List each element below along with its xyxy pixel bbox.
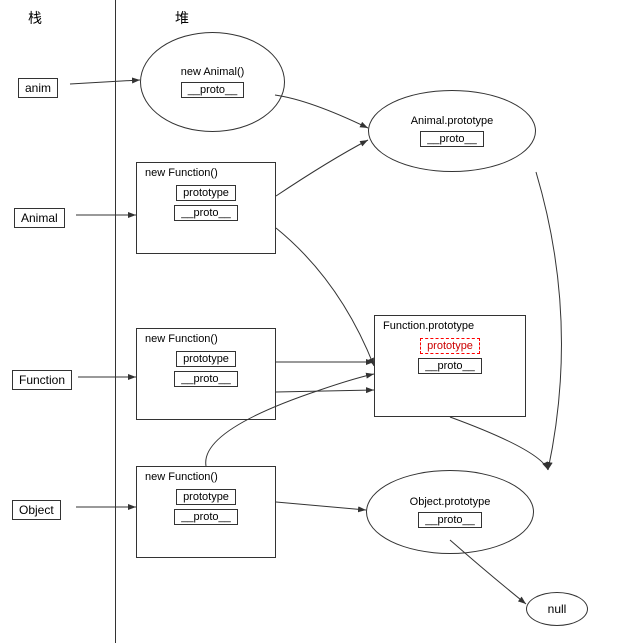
new-function-obj-proto: __proto__ xyxy=(174,509,238,525)
null-title: null xyxy=(548,602,567,616)
arrows-svg xyxy=(0,0,631,643)
animal-prototype-proto: __proto__ xyxy=(420,131,484,147)
object-prototype-title: Object.prototype xyxy=(410,496,491,508)
null-ellipse: null xyxy=(526,592,588,626)
object-prototype-ellipse: Object.prototype __proto__ xyxy=(366,470,534,554)
function-prototype-prototype: prototype xyxy=(420,338,480,354)
new-function-animal-title: new Function() xyxy=(143,167,218,179)
new-function-fn-prototype: prototype xyxy=(176,351,236,367)
new-animal-ellipse: new Animal() __proto__ xyxy=(140,32,285,132)
stack-heap-divider xyxy=(115,0,116,643)
new-function-obj-title: new Function() xyxy=(143,471,218,483)
heap-header: 堆 xyxy=(175,8,189,28)
new-function-fn-title: new Function() xyxy=(143,333,218,345)
new-function-fn-proto: __proto__ xyxy=(174,371,238,387)
animal-prototype-ellipse: Animal.prototype __proto__ xyxy=(368,90,536,172)
new-function-obj-prototype: prototype xyxy=(176,489,236,505)
new-function-fn-rect: new Function() prototype __proto__ xyxy=(136,328,276,420)
function-prototype-title: Function.prototype xyxy=(381,320,474,332)
function-prototype-rect: Function.prototype prototype __proto__ xyxy=(374,315,526,417)
stack-item-object: Object xyxy=(12,500,61,520)
object-prototype-proto: __proto__ xyxy=(418,512,482,528)
diagram: 栈 堆 anim Animal Function Object new Anim… xyxy=(0,0,631,643)
new-animal-title: new Animal() xyxy=(181,66,245,78)
new-function-animal-proto: __proto__ xyxy=(174,205,238,221)
function-prototype-proto: __proto__ xyxy=(418,358,482,374)
new-animal-proto: __proto__ xyxy=(181,82,245,98)
stack-item-anim: anim xyxy=(18,78,58,98)
stack-item-function: Function xyxy=(12,370,72,390)
new-function-obj-rect: new Function() prototype __proto__ xyxy=(136,466,276,558)
stack-header: 栈 xyxy=(28,8,42,28)
new-function-animal-prototype: prototype xyxy=(176,185,236,201)
new-function-animal-rect: new Function() prototype __proto__ xyxy=(136,162,276,254)
stack-item-animal: Animal xyxy=(14,208,65,228)
animal-prototype-title: Animal.prototype xyxy=(411,115,494,127)
